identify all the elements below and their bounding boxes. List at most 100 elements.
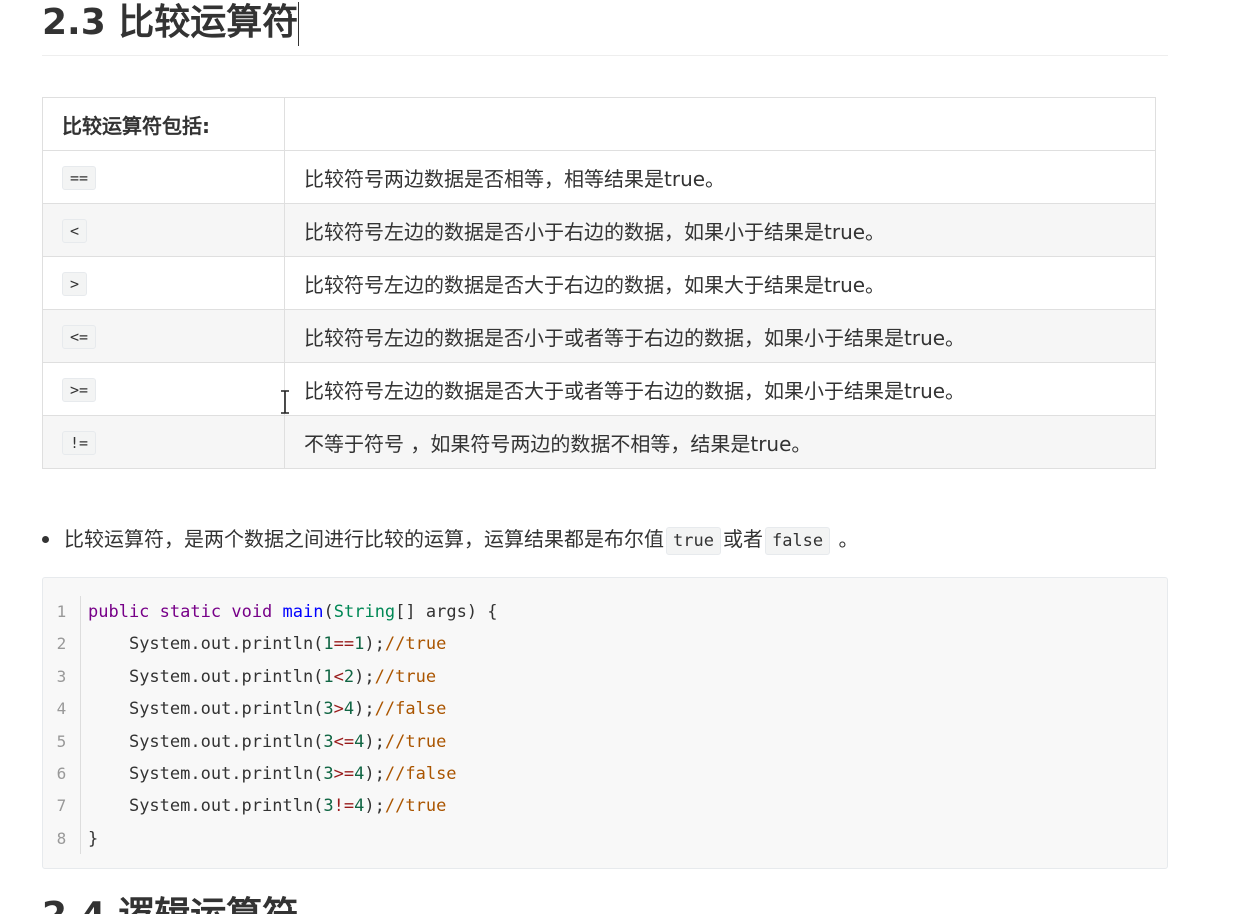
table-header-empty [284, 97, 1156, 151]
code-punctuation: ( [323, 602, 334, 622]
operator-cell: != [42, 415, 285, 469]
code-comment: //true [384, 731, 447, 752]
number-literal: 3 [323, 699, 334, 720]
code-line: System.out.println(3>4);//false [88, 693, 498, 725]
description-cell: 比较符号左边的数据是否大于右边的数据，如果大于结果是true。 [284, 256, 1156, 310]
operator: > [333, 699, 344, 720]
code-text: System.out.println( [128, 763, 324, 784]
operator: == [333, 634, 355, 655]
code-line: System.out.println(3!=4);//true [88, 790, 498, 822]
operator-code: <= [62, 325, 97, 349]
operator-description: 比较符号左边的数据是否小于右边的数据，如果小于结果是true。 [304, 219, 886, 244]
table-row: <= 比较符号左边的数据是否小于或者等于右边的数据，如果小于结果是true。 [42, 309, 1156, 363]
code-text: System.out.println( [128, 634, 324, 655]
description-cell: 比较符号左边的数据是否大于或者等于右边的数据，如果小于结果是true。 [284, 362, 1156, 416]
code-comment: //true [384, 796, 447, 817]
number-literal: 4 [354, 796, 365, 817]
line-number: 7 [56, 796, 67, 816]
bullet-dot [42, 536, 49, 543]
table-row: != 不等于符号 ，如果符号两边的数据不相等，结果是true。 [42, 415, 1156, 469]
operator-code: != [62, 431, 97, 455]
line-number: 5 [56, 731, 67, 751]
line-number-gutter: 1 2 3 4 5 6 7 8 [43, 596, 81, 854]
number-literal: 1 [323, 666, 334, 687]
operator-description: 比较符号左边的数据是否大于或者等于右边的数据，如果小于结果是true。 [304, 378, 966, 403]
table-header-row: 比较运算符包括: [42, 97, 1156, 151]
code-line: System.out.println(3>=4);//false [88, 758, 498, 790]
operator-code: == [62, 166, 97, 190]
description-cell: 不等于符号 ，如果符号两边的数据不相等，结果是true。 [284, 415, 1156, 469]
code-comment: //true [374, 666, 437, 687]
operator: < [333, 666, 344, 687]
code-text: ); [364, 763, 385, 784]
code-block[interactable]: 1 2 3 4 5 6 7 8 public static void main(… [42, 577, 1168, 869]
operator-cell: >= [42, 362, 285, 416]
inline-code-false: false [764, 526, 831, 555]
table-row: < 比较符号左边的数据是否小于右边的数据，如果小于结果是true。 [42, 203, 1156, 257]
section-heading-text: 2.3 比较运算符 [42, 2, 299, 43]
number-literal: 2 [343, 666, 355, 687]
keyword: static [159, 602, 222, 622]
code-text: ); [354, 666, 375, 687]
code-line: System.out.println(3<=4);//true [88, 726, 498, 758]
text-cursor-icon [281, 390, 289, 414]
description-cell: 比较符号左边的数据是否小于或者等于右边的数据，如果小于结果是true。 [284, 309, 1156, 363]
table-row: == 比较符号两边数据是否相等，相等结果是true。 [42, 150, 1156, 204]
number-literal: 4 [343, 699, 355, 720]
description-cell: 比较符号两边数据是否相等，相等结果是true。 [284, 150, 1156, 204]
code-lines[interactable]: public static void main(String[] args) {… [88, 596, 498, 855]
operator-cell: == [42, 150, 285, 204]
operators-table: 比较运算符包括: == 比较符号两边数据是否相等，相等结果是true。 < 比较… [42, 97, 1156, 469]
number-literal: 1 [323, 634, 334, 655]
code-text: [] args) { [395, 602, 498, 622]
operator-cell: <= [42, 309, 285, 363]
operator-code: > [62, 272, 88, 296]
description-cell: 比较符号左边的数据是否小于右边的数据，如果小于结果是true。 [284, 203, 1156, 257]
code-line: System.out.println(1<2);//true [88, 661, 498, 693]
number-literal: 4 [354, 731, 365, 752]
code-text: ); [364, 731, 385, 752]
number-literal: 3 [323, 763, 334, 784]
code-text: ); [364, 796, 385, 817]
code-text: System.out.println( [128, 666, 324, 687]
next-section-heading: 2.4 逻辑运算符 [42, 893, 298, 914]
line-number: 1 [56, 602, 67, 621]
document-page: 2.3 比较运算符 比较运算符包括: == 比较符号两边数据是否相等，相等结果是… [42, 0, 1168, 914]
line-number: 8 [56, 828, 67, 848]
line-number: 2 [56, 634, 67, 654]
code-text: System.out.println( [128, 796, 324, 817]
table-header-operators: 比较运算符包括: [42, 97, 285, 151]
bullet-text-before: 比较运算符，是两个数据之间进行比较的运算，运算结果都是布尔值 [64, 527, 664, 551]
code-text: } [88, 828, 99, 849]
number-literal: 3 [323, 796, 334, 817]
text-caret [298, 2, 300, 46]
code-text: ); [364, 634, 385, 655]
code-comment: //false [374, 699, 447, 720]
code-text: System.out.println( [128, 699, 324, 720]
line-number: 3 [56, 666, 67, 686]
code-text: ); [354, 699, 375, 720]
code-line: } [88, 823, 498, 855]
number-literal: 1 [354, 634, 365, 655]
type-name: String [333, 602, 396, 622]
code-line: System.out.println(1==1);//true [88, 628, 498, 660]
code-text: System.out.println( [128, 731, 324, 752]
number-literal: 3 [323, 731, 334, 752]
operator-cell: < [42, 203, 285, 257]
operator-description: 比较符号两边数据是否相等，相等结果是true。 [304, 166, 726, 191]
operator: >= [333, 763, 355, 784]
line-number: 4 [56, 699, 67, 719]
function-name: main [282, 602, 324, 622]
operator-code: >= [62, 378, 97, 402]
operator: != [333, 796, 355, 817]
operator: <= [333, 731, 355, 752]
keyword: public [88, 602, 150, 622]
code-line: public static void main(String[] args) { [88, 596, 498, 628]
section-heading: 2.3 比较运算符 [42, 0, 300, 46]
line-number: 6 [56, 763, 67, 783]
table-row: >= 比较符号左边的数据是否大于或者等于右边的数据，如果小于结果是true。 [42, 362, 1156, 416]
bullet-list-item: 比较运算符，是两个数据之间进行比较的运算，运算结果都是布尔值 true 或者 fals… [42, 524, 859, 555]
table-row: > 比较符号左边的数据是否大于右边的数据，如果大于结果是true。 [42, 256, 1156, 310]
operator-cell: > [42, 256, 285, 310]
inline-code-true: true [666, 526, 721, 555]
